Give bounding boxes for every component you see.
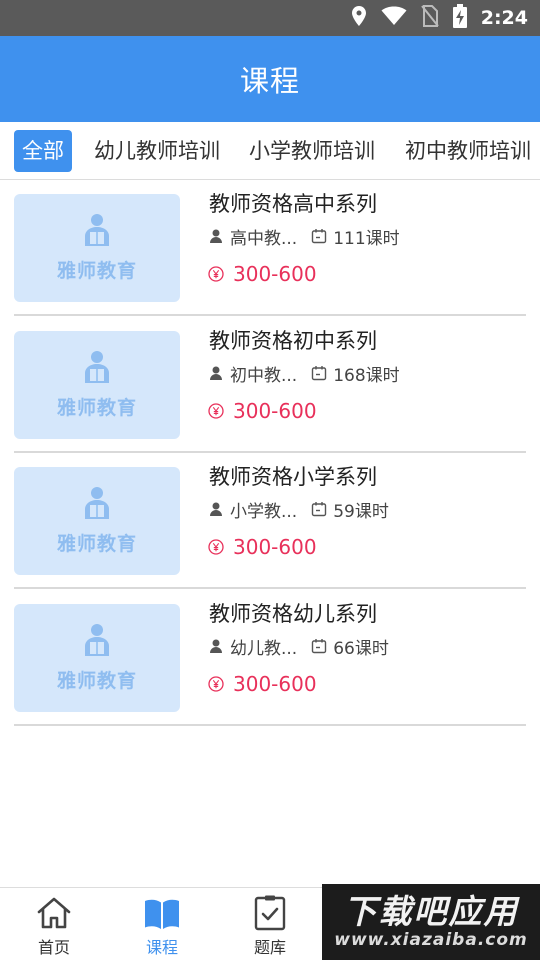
tab-all[interactable]: 全部 xyxy=(14,130,72,172)
course-thumbnail: 雅师教育 xyxy=(14,194,180,302)
calendar-icon xyxy=(311,365,327,381)
tab-junior-teacher-training[interactable]: 初中教师培训 xyxy=(405,130,531,172)
yen-icon xyxy=(208,539,224,555)
course-thumbnail: 雅师教育 xyxy=(14,604,180,712)
course-hours: 111课时 xyxy=(333,228,400,249)
course-teacher: 幼儿教... xyxy=(230,638,298,659)
teacher-logo-icon xyxy=(83,349,111,389)
teacher-logo-icon xyxy=(83,212,111,252)
price-range: 300-600 xyxy=(233,262,317,286)
course-hours: 66课时 xyxy=(333,638,389,659)
teacher-icon xyxy=(208,638,224,654)
nav-item-home[interactable]: 首页 xyxy=(0,888,108,960)
course-title: 教师资格小学系列 xyxy=(209,465,377,489)
nav-label-home: 首页 xyxy=(37,938,70,957)
course-title: 教师资格幼儿系列 xyxy=(209,602,377,626)
watermark: 下载吧应用 www.xiazaiba.com xyxy=(322,884,540,960)
course-price: 300-600 xyxy=(208,260,317,288)
course-teacher: 初中教... xyxy=(230,365,298,386)
book-icon xyxy=(145,899,179,929)
tab-primary-teacher-training[interactable]: 小学教师培训 xyxy=(249,130,375,172)
home-icon xyxy=(37,897,71,929)
no-sim-icon xyxy=(420,5,439,31)
thumbnail-brand-text: 雅师教育 xyxy=(56,670,137,692)
teacher-logo-icon xyxy=(83,485,111,525)
course-title: 教师资格初中系列 xyxy=(209,329,377,353)
course-teacher: 高中教... xyxy=(230,228,298,249)
course-meta: 小学教... 59课时 xyxy=(208,497,389,522)
course-hours: 168课时 xyxy=(333,365,400,386)
nav-item-question-bank[interactable]: 题库 xyxy=(216,888,324,960)
course-thumbnail: 雅师教育 xyxy=(14,331,180,439)
watermark-main: 下载吧应用 xyxy=(343,892,519,931)
tab-kindergarten-teacher-training[interactable]: 幼儿教师培训 xyxy=(94,130,220,172)
yen-icon xyxy=(208,403,224,419)
app-header: 课程 xyxy=(0,36,540,122)
thumbnail-brand-text: 雅师教育 xyxy=(56,397,137,419)
calendar-icon xyxy=(311,228,327,244)
yen-icon xyxy=(208,676,224,692)
teacher-logo-icon xyxy=(83,622,111,662)
nav-label-courses: 课程 xyxy=(145,938,178,957)
course-price: 300-600 xyxy=(208,533,317,561)
course-price: 300-600 xyxy=(208,670,317,698)
wifi-icon xyxy=(381,6,407,30)
clipboard-check-icon xyxy=(254,895,286,931)
calendar-icon xyxy=(311,638,327,654)
teacher-icon xyxy=(208,501,224,517)
course-hours: 59课时 xyxy=(333,501,389,522)
status-bar: 2:24 xyxy=(0,0,540,36)
course-item[interactable]: 雅师教育 教师资格小学系列 小学教... 59课时 300-600 xyxy=(14,453,526,589)
price-range: 300-600 xyxy=(233,535,317,559)
battery-charging-icon xyxy=(452,4,467,32)
course-price: 300-600 xyxy=(208,397,317,425)
course-item[interactable]: 雅师教育 教师资格初中系列 初中教... 168课时 300-600 xyxy=(14,317,526,453)
nav-label-question-bank: 题库 xyxy=(253,938,286,957)
yen-icon xyxy=(208,266,224,282)
thumbnail-brand-text: 雅师教育 xyxy=(56,533,137,555)
watermark-url: www.xiazaiba.com xyxy=(334,930,528,950)
nav-item-courses[interactable]: 课程 xyxy=(108,888,216,960)
status-time: 2:24 xyxy=(480,7,528,29)
course-meta: 幼儿教... 66课时 xyxy=(208,634,389,659)
course-meta: 高中教... 111课时 xyxy=(208,224,400,249)
location-icon xyxy=(351,5,367,31)
teacher-icon xyxy=(208,365,224,381)
page-title: 课程 xyxy=(239,64,300,98)
price-range: 300-600 xyxy=(233,399,317,423)
category-tabs: 全部 幼儿教师培训 小学教师培训 初中教师培训 xyxy=(0,122,540,180)
teacher-icon xyxy=(208,228,224,244)
course-title: 教师资格高中系列 xyxy=(209,192,377,216)
course-thumbnail: 雅师教育 xyxy=(14,467,180,575)
calendar-icon xyxy=(311,501,327,517)
thumbnail-brand-text: 雅师教育 xyxy=(56,260,137,282)
course-meta: 初中教... 168课时 xyxy=(208,361,400,386)
status-icons: 2:24 xyxy=(351,0,528,36)
course-item[interactable]: 雅师教育 教师资格高中系列 高中教... 111课时 300-600 xyxy=(14,180,526,316)
price-range: 300-600 xyxy=(233,672,317,696)
course-item[interactable]: 雅师教育 教师资格幼儿系列 幼儿教... 66课时 300-600 xyxy=(14,590,526,726)
course-teacher: 小学教... xyxy=(230,501,298,522)
